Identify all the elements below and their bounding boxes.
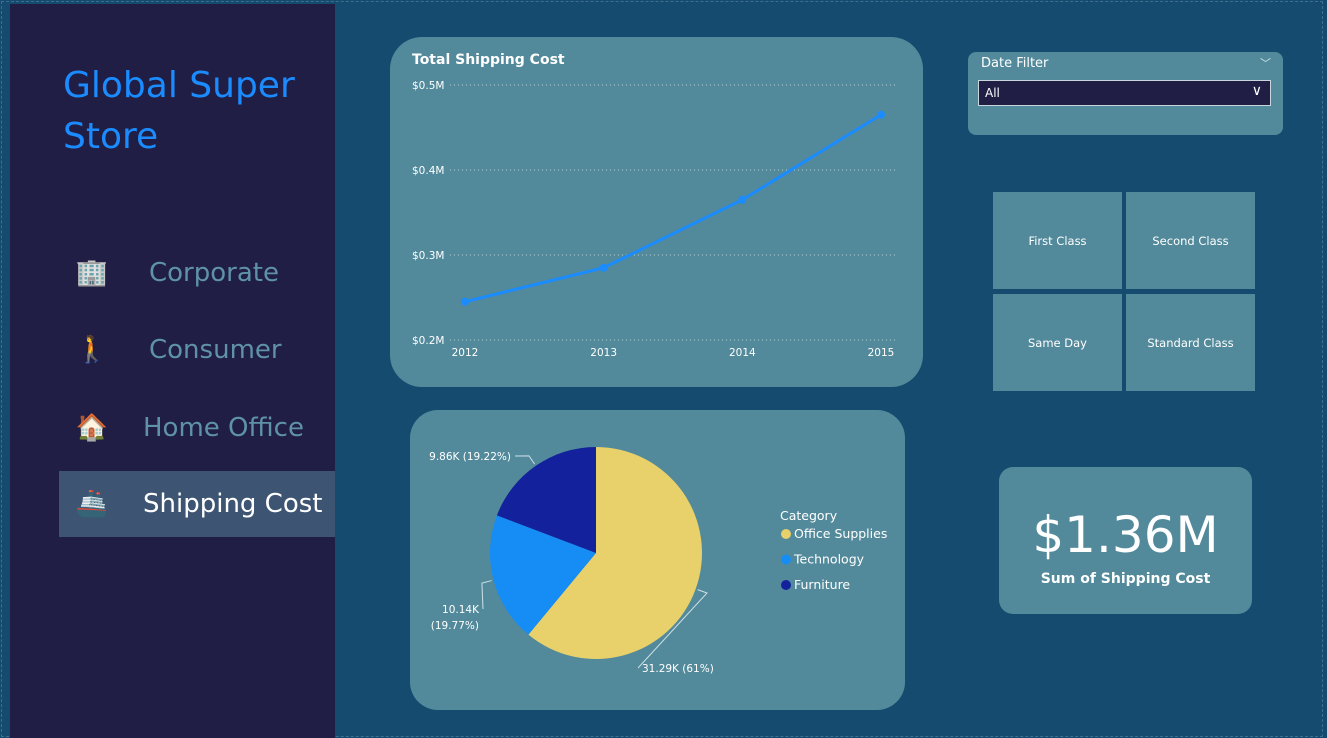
x-tick-label: 2014 [729, 347, 756, 359]
legend-item[interactable]: Technology [793, 552, 865, 567]
series-line [464, 113, 882, 304]
date-filter-value: All [985, 86, 1000, 100]
x-tick-label: 2015 [868, 347, 895, 359]
data-label: (19.77%) [431, 620, 479, 632]
pie-chart: 31.29K (61%) 10.14K (19.77%) 9.86K (19.22%)… [429, 447, 887, 675]
line-chart-panel: Total Shipping Cost $0.2M $0.3M $0.4M $0.5M… [390, 37, 923, 387]
legend-marker [781, 529, 791, 539]
house-icon: 🏠 [75, 413, 109, 443]
kpi-value: $1.36M [1032, 506, 1219, 564]
ship-mode-label: Second Class [1152, 233, 1229, 248]
nav-item-home-office[interactable]: 🏠 Home Office [59, 395, 335, 461]
nav-label: Shipping Cost [143, 489, 323, 519]
data-point[interactable] [877, 110, 885, 119]
legend-marker [781, 554, 791, 565]
legend-title: Category [780, 508, 838, 523]
nav-item-consumer[interactable]: 🚶 Consumer [59, 317, 335, 383]
data-label: 10.14K [442, 604, 480, 616]
legend-marker [781, 580, 791, 590]
chevron-down-icon: ∨ [1251, 83, 1262, 99]
data-label: 9.86K (19.22%) [429, 451, 511, 463]
x-tick-label: 2012 [452, 347, 479, 359]
pie-chart-panel: 31.29K (61%) 10.14K (19.77%) 9.86K (19.22%)… [410, 410, 905, 710]
kpi-label: Sum of Shipping Cost [1040, 571, 1211, 587]
leader-line [481, 580, 492, 610]
y-tick-label: $0.3M [412, 250, 444, 262]
legend-item[interactable]: Office Supplies [794, 526, 887, 541]
y-tick-label: $0.2M [412, 335, 444, 347]
line-chart: $0.2M $0.3M $0.4M $0.5M 2012 2013 2014 2015 [412, 80, 895, 359]
ship-icon: 🚢 [75, 489, 109, 519]
data-point[interactable] [599, 263, 608, 272]
app-title: Global Super Store [63, 65, 295, 157]
filter-collapse-icon[interactable]: ﹀ [1260, 55, 1271, 71]
nav-label: Corporate [149, 258, 279, 288]
nav-label: Consumer [149, 335, 282, 365]
data-point[interactable] [738, 195, 747, 204]
kpi-card: $1.36M Sum of Shipping Cost [999, 467, 1252, 614]
nav-item-shipping-cost[interactable]: 🚢 Shipping Cost [59, 471, 335, 537]
ship-mode-label: Same Day [1028, 335, 1087, 350]
legend-item[interactable]: Furniture [794, 577, 850, 592]
ship-mode-label: Standard Class [1147, 335, 1234, 350]
x-tick-label: 2013 [590, 347, 617, 359]
date-filter-panel: Date Filter ﹀ All ∨ [968, 52, 1283, 135]
ship-mode-first-class[interactable]: First Class [993, 192, 1122, 289]
data-point[interactable] [461, 297, 469, 306]
nav-item-corporate[interactable]: 🏢 Corporate [59, 240, 335, 306]
person-walking-icon: 🚶 [75, 335, 109, 365]
office-building-icon: 🏢 [75, 258, 109, 288]
leader-line [514, 455, 536, 465]
date-filter-dropdown[interactable]: All ∨ [978, 80, 1271, 106]
ship-mode-standard-class[interactable]: Standard Class [1126, 294, 1255, 391]
ship-mode-second-class[interactable]: Second Class [1126, 192, 1255, 289]
y-tick-label: $0.4M [412, 165, 444, 177]
ship-mode-same-day[interactable]: Same Day [993, 294, 1122, 391]
y-tick-label: $0.5M [412, 80, 444, 92]
ship-mode-label: First Class [1028, 233, 1087, 248]
date-filter-label: Date Filter [981, 56, 1049, 71]
data-label: 31.29K (61%) [642, 663, 714, 675]
nav-label: Home Office [143, 413, 304, 443]
sidebar: Global Super Store 🏢 Corporate 🚶 Consume… [10, 4, 335, 738]
